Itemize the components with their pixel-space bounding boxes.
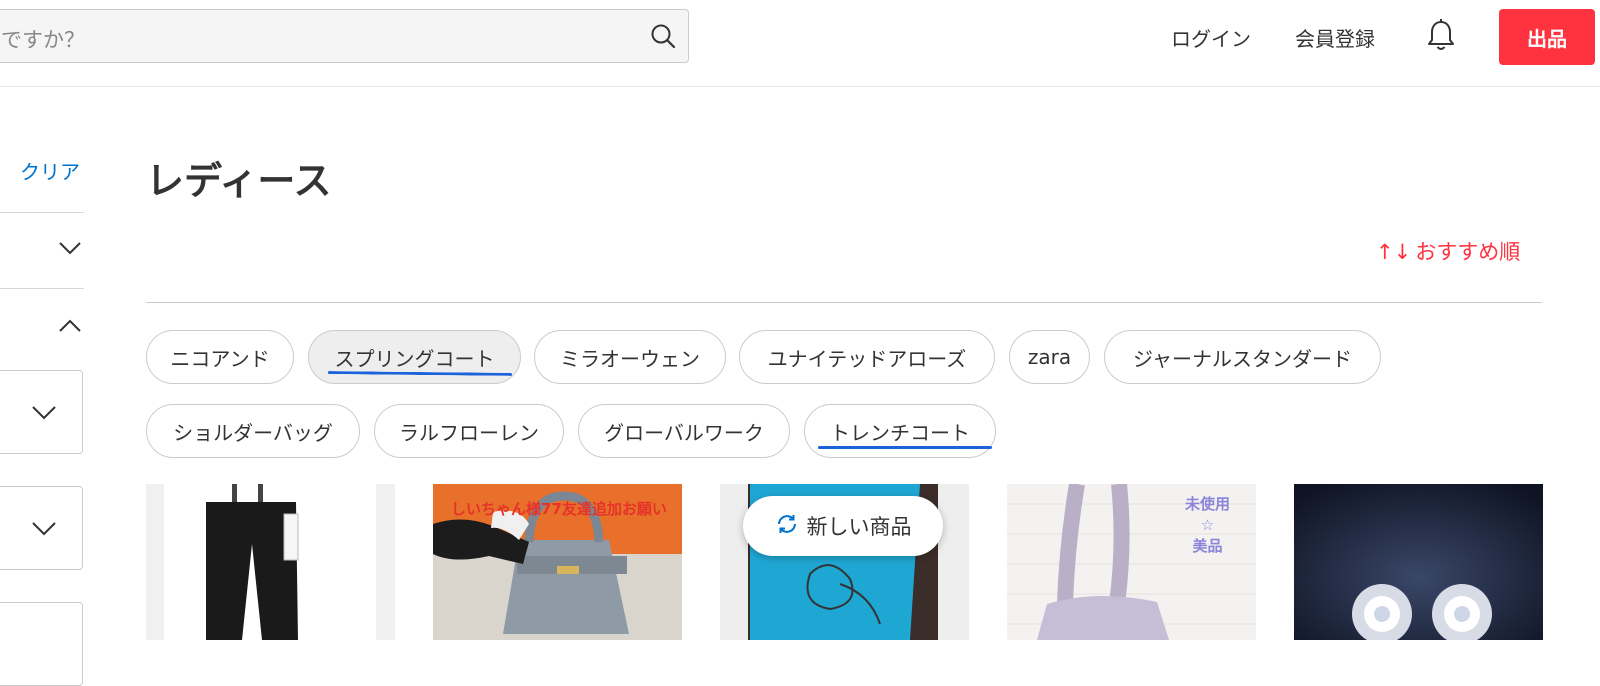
chip-shoulder-bag[interactable]: ショルダーバッグ [146,404,360,458]
product-image-trousers [146,484,395,640]
sidebar-select[interactable] [0,370,83,454]
chip-zara[interactable]: zara [1009,330,1090,384]
chip-trench-coat[interactable]: トレンチコート [804,404,996,458]
chip-global-work[interactable]: グローバルワーク [578,404,790,458]
bell-icon[interactable] [1425,18,1457,58]
new-items-button[interactable]: 新しい商品 [743,496,943,556]
refresh-icon [775,512,799,541]
sort-button[interactable]: ↑↓ おすすめ順 [1376,236,1520,266]
chip-journal-standard[interactable]: ジャーナルスタンダード [1104,330,1381,384]
sell-button[interactable]: 出品 [1499,9,1595,65]
sort-label: おすすめ順 [1415,240,1521,264]
product-card[interactable] [1294,484,1543,640]
new-items-label: 新しい商品 [806,515,912,539]
chip-spring-coat[interactable]: スプリングコート [308,330,521,384]
chip-united-arrows[interactable]: ユナイテッドアローズ [739,330,995,384]
search-icon[interactable] [650,23,676,53]
chevron-down-icon[interactable] [58,240,82,259]
sidebar-select[interactable] [0,602,83,686]
product-overlay-text: しいちゃん様77友達追加お願い [451,500,667,518]
chip-niko-and[interactable]: ニコアンド [146,330,294,384]
sort-icon: ↑↓ [1376,240,1412,264]
chevron-up-icon[interactable] [58,318,82,337]
product-card[interactable]: 未使用 ☆ 美品 [1007,484,1256,640]
search-bar[interactable]: ですか？ [0,9,689,63]
product-card[interactable] [146,484,395,640]
sidebar-divider [0,288,84,289]
login-link[interactable]: ログイン [1171,23,1251,52]
clear-filters-link[interactable]: クリア [20,156,80,185]
chevron-down-icon [31,521,57,540]
product-card[interactable]: しいちゃん様77友達追加お願い [433,484,682,640]
chip-ralph-lauren[interactable]: ラルフローレン [374,404,564,458]
annotation-underline [818,446,992,449]
sidebar-divider [0,212,84,213]
search-placeholder: ですか？ [1,28,85,52]
signup-link[interactable]: 会員登録 [1295,23,1375,52]
chevron-down-icon [31,405,57,424]
sidebar-select[interactable] [0,486,83,570]
main-divider [146,302,1542,303]
product-overlay-badge: 未使用 ☆ 美品 [1185,495,1231,555]
product-image-earrings [1294,484,1543,640]
header-divider [0,86,1600,87]
page-title: レディース [146,159,332,203]
chip-mila-owen[interactable]: ミラオーウェン [534,330,726,384]
